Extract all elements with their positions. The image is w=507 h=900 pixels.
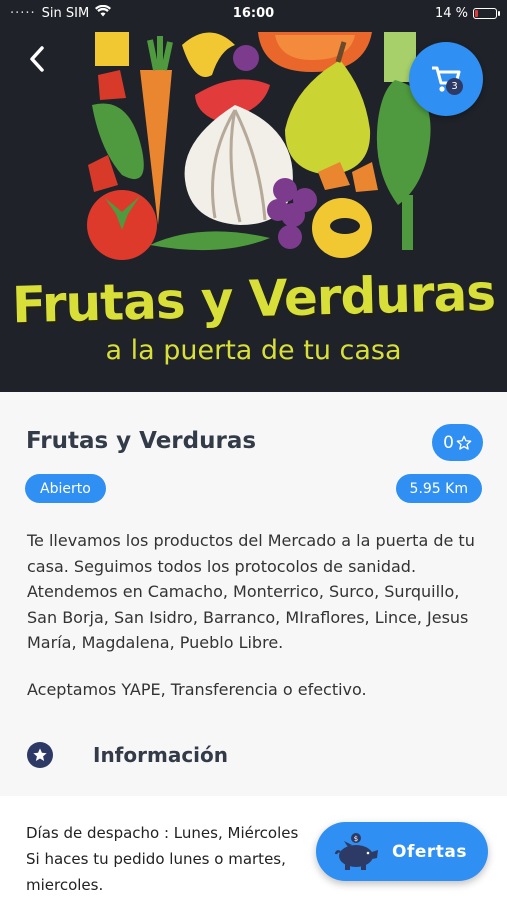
info-section-header: Información [27,742,228,768]
back-button[interactable] [20,42,54,76]
svg-text:$: $ [354,835,358,843]
info-line: Días de despacho : Lunes, Miércoles [26,824,299,842]
clock: 16:00 [232,5,275,21]
carrier-label: Sin SIM [41,5,90,21]
info-text: Días de despacho : Lunes, Miércoles Si h… [26,820,326,898]
chevron-left-icon [30,46,44,72]
payment-methods: Aceptamos YAPE, Transferencia o efectivo… [27,680,367,699]
piggy-bank-icon: $ [334,832,378,870]
star-circle-icon [27,742,53,768]
offers-button[interactable]: $ Ofertas [316,822,488,881]
status-badge: Abierto [25,474,106,503]
info-section-title: Información [93,743,229,767]
vegetables-illustration [87,32,431,260]
signal-dots-icon: ····· [10,5,36,21]
distance-badge: 5.95 Km [395,474,482,503]
battery-level [475,9,479,17]
cart-count-badge: 3 [446,78,463,95]
store-description: Te llevamos los productos del Mercado a … [27,531,475,652]
info-line: miercoles. [26,876,104,894]
wifi-icon [95,4,112,21]
store-name: Frutas y Verduras [26,428,257,454]
banner-subtitle: a la puerta de tu casa [105,335,402,366]
battery-percent: 14 % [434,5,468,21]
battery-icon [473,7,500,19]
info-line: Si haces tu pedido lunes o martes, [26,850,286,868]
offers-label: Ofertas [392,841,467,862]
cart-button[interactable]: 3 [409,42,483,116]
banner-title: Frutas y Verduras [11,263,496,335]
star-outline-icon [456,435,472,450]
rating-value: 0 [443,432,454,453]
rating-button[interactable]: 0 [432,424,483,461]
status-bar: ····· Sin SIM 16:00 14 % [0,0,507,26]
